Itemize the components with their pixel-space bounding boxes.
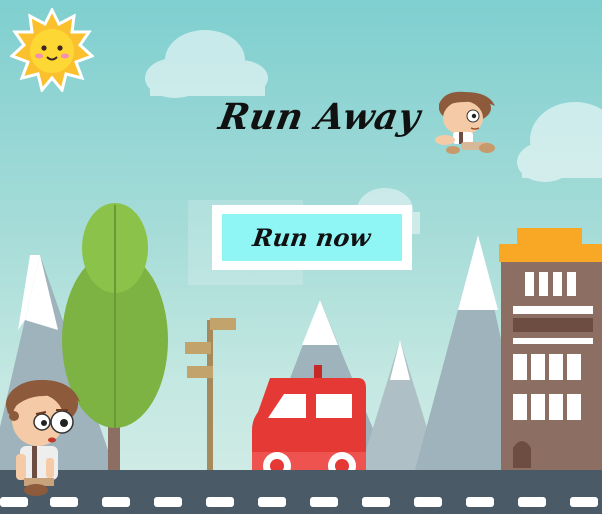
road	[0, 470, 602, 514]
player-character	[6, 380, 80, 496]
player-character-small	[435, 91, 495, 154]
cloud-left	[145, 30, 268, 98]
run-now-button[interactable]: Run now	[212, 205, 412, 270]
cloud-right	[517, 102, 602, 182]
run-now-button-face[interactable]: Run now	[222, 214, 402, 261]
red-car	[252, 365, 366, 480]
building	[499, 228, 602, 474]
game-title: Run Away	[215, 96, 424, 138]
run-now-button-label: Run now	[251, 223, 373, 252]
sun-icon	[10, 8, 94, 92]
game-scene: Run Away Run now	[0, 0, 602, 514]
signpost	[185, 318, 236, 470]
